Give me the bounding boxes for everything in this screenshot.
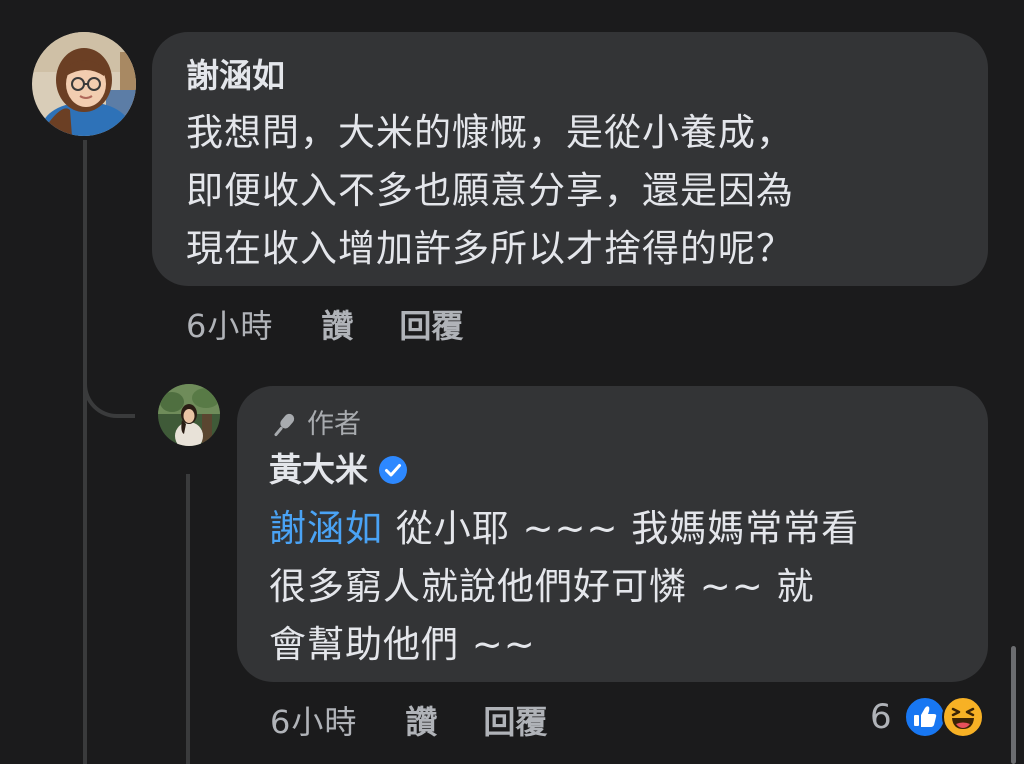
verified-badge-icon	[378, 455, 408, 485]
comment-line: 我想問，大米的慷慨，是從小養成，	[186, 111, 794, 154]
reply-author-row: 黃大米	[269, 448, 958, 492]
microphone-icon	[274, 413, 295, 437]
comment-bubble: 謝涵如 我想問，大米的慷慨，是從小養成， 即便收入不多也願意分享，還是因為 現在…	[152, 32, 988, 286]
like-button[interactable]: 讚	[321, 304, 353, 348]
mention-link[interactable]: 謝涵如	[269, 507, 383, 550]
reply-button[interactable]: 回覆	[399, 304, 463, 348]
comment-line: 即便收入不多也願意分享，還是因為	[186, 169, 794, 212]
reply-line: 會幫助他們 ~~	[269, 623, 536, 666]
comment-line: 現在收入增加許多所以才捨得的呢？	[186, 227, 794, 270]
commenter-name[interactable]: 謝涵如	[186, 54, 958, 98]
like-reaction-icon	[903, 696, 946, 738]
reply-bubble: 作者 黃大米 謝涵如 從小耶 ~~~ 我媽媽常常看 很多窮人就說他們好可憐 ~~…	[237, 386, 988, 682]
haha-reaction-icon	[941, 696, 984, 738]
author-badge-label: 作者	[307, 409, 361, 440]
reply-line-text: 從小耶 ~~~ 我媽媽常常看	[395, 507, 860, 550]
reply-author-name[interactable]: 黃大米	[269, 448, 368, 492]
reply-line: 謝涵如 從小耶 ~~~ 我媽媽常常看	[269, 500, 958, 558]
reply-thread-line	[186, 474, 190, 764]
reply-reply-button[interactable]: 回覆	[483, 700, 547, 744]
comment-timestamp[interactable]: 6小時	[186, 304, 273, 348]
reply-line: 很多窮人就說他們好可憐 ~~ 就	[269, 565, 815, 608]
reactions-summary[interactable]: 6	[870, 696, 984, 738]
thread-connector	[83, 352, 135, 418]
author-avatar[interactable]	[158, 384, 220, 446]
comment-text: 我想問，大米的慷慨，是從小養成， 即便收入不多也願意分享，還是因為 現在收入增加…	[186, 104, 958, 278]
reaction-count[interactable]: 6	[870, 697, 892, 737]
reply-like-button[interactable]: 讚	[405, 700, 437, 744]
comment-actions: 6小時 讚 回覆	[186, 304, 463, 348]
commenter-avatar[interactable]	[32, 32, 136, 136]
thread-line	[83, 140, 87, 764]
reply-actions: 6小時 讚 回覆	[270, 700, 547, 744]
reply-timestamp[interactable]: 6小時	[270, 700, 357, 744]
author-badge: 作者	[269, 408, 958, 442]
reply-text: 謝涵如 從小耶 ~~~ 我媽媽常常看 很多窮人就說他們好可憐 ~~ 就 會幫助他…	[269, 500, 958, 674]
scrollbar[interactable]	[1011, 646, 1016, 764]
